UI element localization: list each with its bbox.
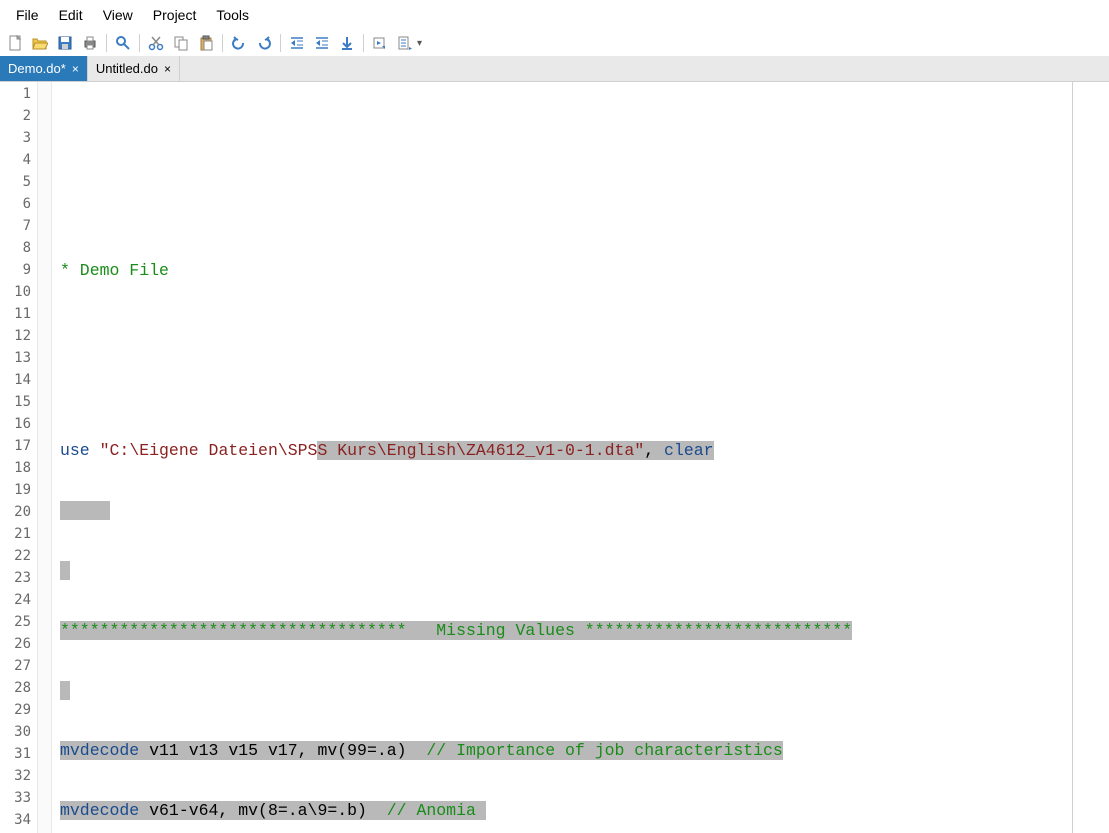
- line-number: 28: [0, 677, 37, 699]
- line-number: 15: [0, 391, 37, 413]
- tab-label: Demo.do*: [8, 61, 66, 76]
- line-number: 34: [0, 809, 37, 831]
- tab-demo-do[interactable]: Demo.do* ×: [0, 56, 88, 81]
- line-number: 32: [0, 765, 37, 787]
- line-number: 2: [0, 105, 37, 127]
- tabbar: Demo.do* × Untitled.do ×: [0, 56, 1109, 82]
- open-file-icon[interactable]: [29, 32, 51, 54]
- cut-icon[interactable]: [145, 32, 167, 54]
- line-number: 11: [0, 303, 37, 325]
- close-icon[interactable]: ×: [72, 62, 79, 76]
- menu-tools[interactable]: Tools: [206, 3, 259, 27]
- line-number: 30: [0, 721, 37, 743]
- line-number-gutter: 1234567891011121314151617181920212223242…: [0, 82, 38, 833]
- execute-icon[interactable]: [369, 32, 391, 54]
- line-number: 6: [0, 193, 37, 215]
- line-number: 29: [0, 699, 37, 721]
- line-number: 19: [0, 479, 37, 501]
- tab-untitled-do[interactable]: Untitled.do ×: [88, 56, 180, 81]
- unindent-icon[interactable]: [311, 32, 333, 54]
- execute-selection-icon[interactable]: [394, 32, 416, 54]
- line-number: 8: [0, 237, 37, 259]
- code-area[interactable]: * Demo File use "C:\Eigene Dateien\SPSS …: [52, 82, 1109, 833]
- editor: 1234567891011121314151617181920212223242…: [0, 82, 1109, 833]
- line-number: 16: [0, 413, 37, 435]
- toolbar-separator: [363, 34, 364, 52]
- line-number: 14: [0, 369, 37, 391]
- line-number: 25: [0, 611, 37, 633]
- line-number: 22: [0, 545, 37, 567]
- copy-icon[interactable]: [170, 32, 192, 54]
- redo-icon[interactable]: [253, 32, 275, 54]
- new-file-icon[interactable]: [4, 32, 26, 54]
- toolbar-separator: [222, 34, 223, 52]
- toolbar-dropdown-icon[interactable]: ▾: [417, 38, 422, 49]
- line-number: 13: [0, 347, 37, 369]
- line-number: 24: [0, 589, 37, 611]
- line-number: 23: [0, 567, 37, 589]
- line-number: 31: [0, 743, 37, 765]
- menu-file[interactable]: File: [6, 3, 49, 27]
- menubar: File Edit View Project Tools: [0, 0, 1109, 30]
- line-number: 27: [0, 655, 37, 677]
- line-number: 3: [0, 127, 37, 149]
- line-number: 33: [0, 787, 37, 809]
- line-number: 18: [0, 457, 37, 479]
- line-number: 10: [0, 281, 37, 303]
- print-icon[interactable]: [79, 32, 101, 54]
- menu-edit[interactable]: Edit: [49, 3, 93, 27]
- toolbar-separator: [280, 34, 281, 52]
- toolbar: ▾: [0, 30, 1109, 56]
- line-number: 9: [0, 259, 37, 281]
- toolbar-separator: [106, 34, 107, 52]
- save-icon[interactable]: [54, 32, 76, 54]
- close-icon[interactable]: ×: [164, 62, 171, 76]
- line-number: 20: [0, 501, 37, 523]
- line-number: 17: [0, 435, 37, 457]
- line-number: 5: [0, 171, 37, 193]
- paste-icon[interactable]: [195, 32, 217, 54]
- line-number: 7: [0, 215, 37, 237]
- undo-icon[interactable]: [228, 32, 250, 54]
- ruler-line: [1072, 82, 1073, 833]
- indent-icon[interactable]: [286, 32, 308, 54]
- fold-gutter: [38, 82, 52, 833]
- line-number: 1: [0, 83, 37, 105]
- line-number: 4: [0, 149, 37, 171]
- line-number: 21: [0, 523, 37, 545]
- find-icon[interactable]: [112, 32, 134, 54]
- line-number: 12: [0, 325, 37, 347]
- menu-project[interactable]: Project: [143, 3, 207, 27]
- toolbar-separator: [139, 34, 140, 52]
- bookmark-down-icon[interactable]: [336, 32, 358, 54]
- menu-view[interactable]: View: [93, 3, 143, 27]
- tab-label: Untitled.do: [96, 61, 158, 76]
- line-number: 26: [0, 633, 37, 655]
